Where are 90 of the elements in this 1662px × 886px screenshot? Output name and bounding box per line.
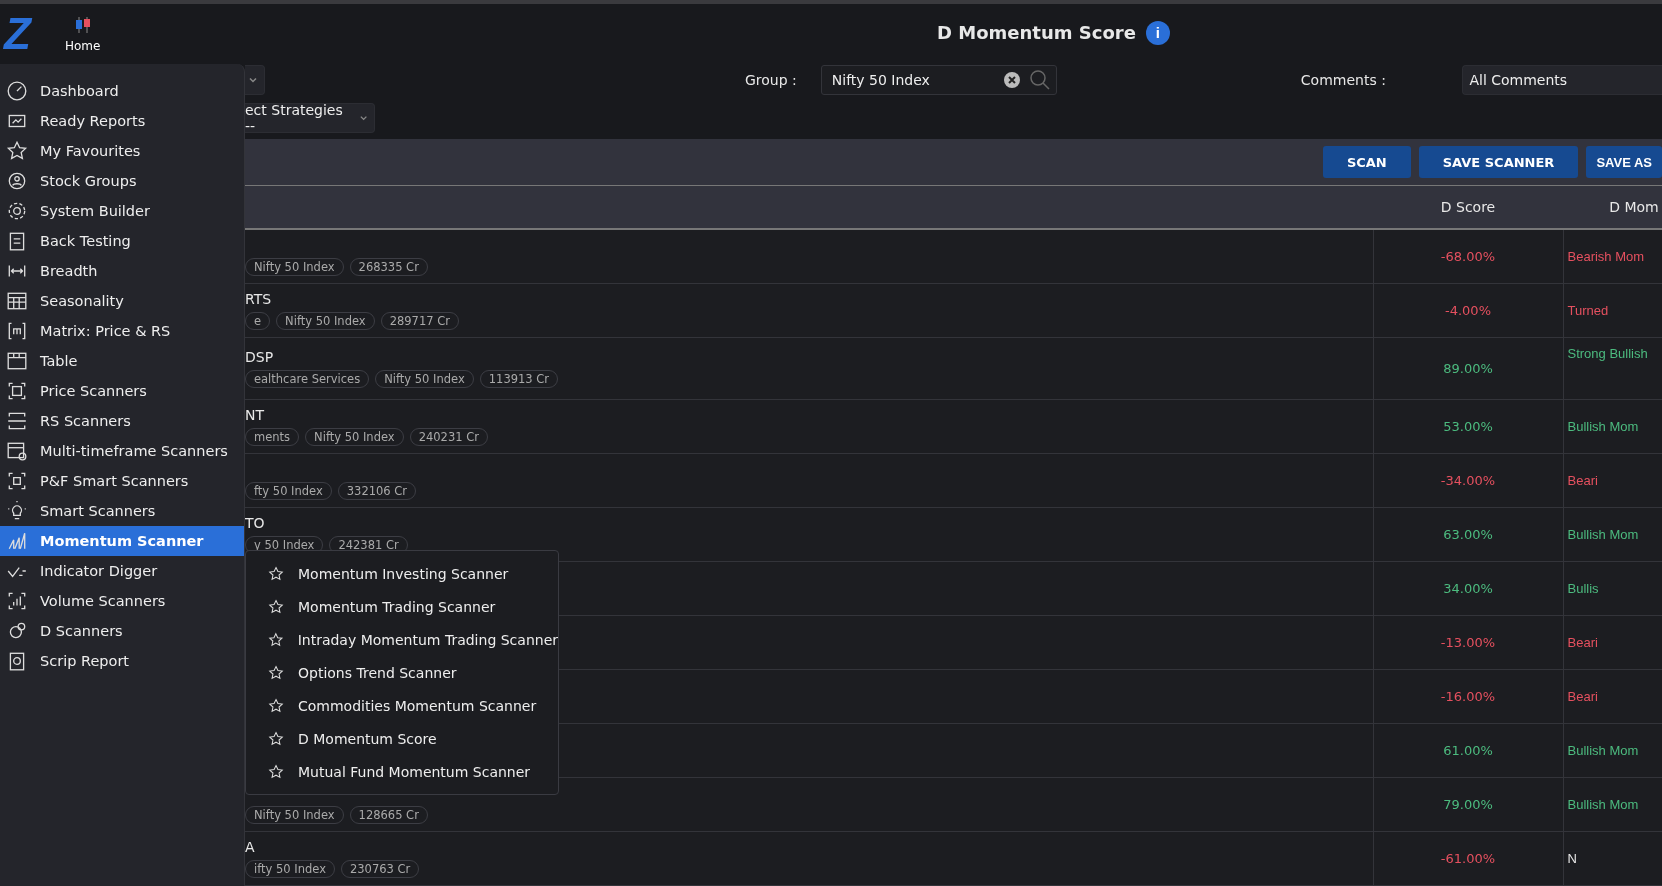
momentum-label: Beari [1567, 689, 1598, 704]
sidebar-item[interactable]: Smart Scanners [0, 496, 244, 526]
sidebar-item[interactable]: Stock Groups [0, 166, 244, 196]
star-icon[interactable] [268, 598, 284, 615]
sidebar-item[interactable]: Matrix: Price & RS [0, 316, 244, 346]
score-value: -34.00% [1440, 473, 1496, 488]
toolbar-button[interactable]: SAVE AS [1586, 146, 1662, 179]
gauge-icon [6, 80, 28, 102]
search-icon[interactable] [1028, 69, 1051, 92]
score-value: -61.00% [1440, 851, 1496, 866]
star-icon[interactable] [268, 565, 284, 582]
submenu-item[interactable]: Momentum Investing Scanner [246, 557, 558, 590]
momentum-label: Strong Bullish [1567, 346, 1648, 361]
score-value: -4.00% [1445, 303, 1491, 318]
submenu-item[interactable]: Commodities Momentum Scanner [246, 689, 558, 722]
submenu-item[interactable]: Options Trend Scanner [246, 656, 558, 689]
star-icon[interactable] [268, 664, 284, 681]
submenu-item[interactable]: D Momentum Score [246, 722, 558, 755]
page-title: D Momentum Score [937, 22, 1136, 44]
comments-dropdown[interactable]: All Comments [1462, 65, 1662, 96]
sidebar-item[interactable]: Seasonality [0, 286, 244, 316]
toolbar-button[interactable]: SCAN [1322, 146, 1411, 179]
score-value: 63.00% [1443, 527, 1493, 542]
sidebar-item[interactable]: Back Testing [0, 226, 244, 256]
momentum-label: Bullish Mom [1567, 743, 1639, 758]
calendar-grid-icon [6, 290, 28, 312]
momentum-label: Beari [1567, 473, 1598, 488]
momentum-label: Bullis [1567, 581, 1599, 596]
star-icon[interactable] [268, 631, 284, 648]
sidebar-item[interactable]: Indicator Digger [0, 556, 244, 586]
candlestick-icon[interactable] [73, 15, 92, 35]
momentum-label: Turned [1567, 303, 1609, 318]
score-value: -16.00% [1440, 689, 1496, 704]
group-search-field[interactable]: Nifty 50 Index [820, 65, 1057, 96]
bulb-icon [6, 500, 28, 522]
star-icon[interactable] [268, 763, 284, 780]
stock-name[interactable]: A [245, 839, 255, 855]
momentum-label: Beari [1567, 635, 1598, 650]
sidebar-item[interactable]: Momentum Scanner [0, 526, 244, 556]
sidebar-item[interactable]: D Scanners [0, 616, 244, 646]
score-value: -13.00% [1440, 635, 1496, 650]
stock-name[interactable]: DSP [245, 349, 274, 365]
score-value: 89.00% [1443, 361, 1493, 376]
momentum-label: Bullish Mom [1567, 797, 1639, 812]
gear-icon [6, 200, 28, 222]
momentum-label: Bearish Mom [1567, 249, 1645, 264]
score-value: -68.00% [1440, 249, 1496, 264]
sidebar-item[interactable]: Price Scanners [0, 376, 244, 406]
sidebar-item[interactable]: Dashboard [0, 76, 244, 106]
clear-icon[interactable] [1002, 71, 1021, 90]
momentum-label: Bullish Mom [1567, 419, 1639, 434]
sidebar-item[interactable]: RS Scanners [0, 406, 244, 436]
momentum-label: N [1567, 851, 1577, 866]
score-value: 61.00% [1443, 743, 1493, 758]
calendar-clock-icon [6, 440, 28, 462]
bracket-icon [6, 320, 28, 342]
score-value: 79.00% [1443, 797, 1493, 812]
home-label[interactable]: Home [64, 39, 101, 53]
sidebar-item[interactable]: Table [0, 346, 244, 376]
submenu-item[interactable]: Momentum Trading Scanner [246, 590, 558, 623]
sidebar-item[interactable]: System Builder [0, 196, 244, 226]
column-header[interactable]: D Score [1440, 199, 1496, 215]
toolbar-button[interactable]: SAVE SCANNER [1418, 146, 1579, 179]
sidebar-item[interactable]: Scrip Report [0, 646, 244, 676]
info-button[interactable]: i [1145, 20, 1170, 45]
sidebar-item[interactable]: Volume Scanners [0, 586, 244, 616]
momentum-label: Bullish Mom [1567, 527, 1639, 542]
logo[interactable]: Z [4, 12, 31, 56]
sidebar-item[interactable]: P&F Smart Scanners [0, 466, 244, 496]
strategies-dropdown[interactable]: ect Strategies -- [245, 103, 375, 134]
stock-name[interactable]: TO [245, 515, 265, 531]
stock-name[interactable]: NT [245, 407, 265, 423]
score-value: 34.00% [1443, 581, 1493, 596]
sidebar-item[interactable]: My Favourites [0, 136, 244, 166]
submenu-item[interactable]: Intraday Momentum Trading Scanner [246, 623, 558, 656]
table-icon [6, 350, 28, 372]
star-icon[interactable] [268, 730, 284, 747]
stock-name[interactable]: RTS [245, 291, 272, 307]
sidebar-item[interactable]: Multi-timeframe Scanners [0, 436, 244, 466]
star-icon[interactable] [268, 697, 284, 714]
scan-lines-icon [6, 410, 28, 432]
comments-label: Comments : [1300, 72, 1387, 89]
score-value: 53.00% [1443, 419, 1493, 434]
sidebar-item[interactable]: Breadth [0, 256, 244, 286]
bar-chart-icon [6, 590, 28, 612]
star-icon [6, 140, 28, 162]
group-label: Group : [744, 72, 798, 89]
submenu-item[interactable]: Mutual Fund Momentum Scanner [246, 755, 558, 788]
sidebar-item[interactable]: Ready Reports [0, 106, 244, 136]
column-header[interactable]: D Mom [1609, 199, 1659, 215]
